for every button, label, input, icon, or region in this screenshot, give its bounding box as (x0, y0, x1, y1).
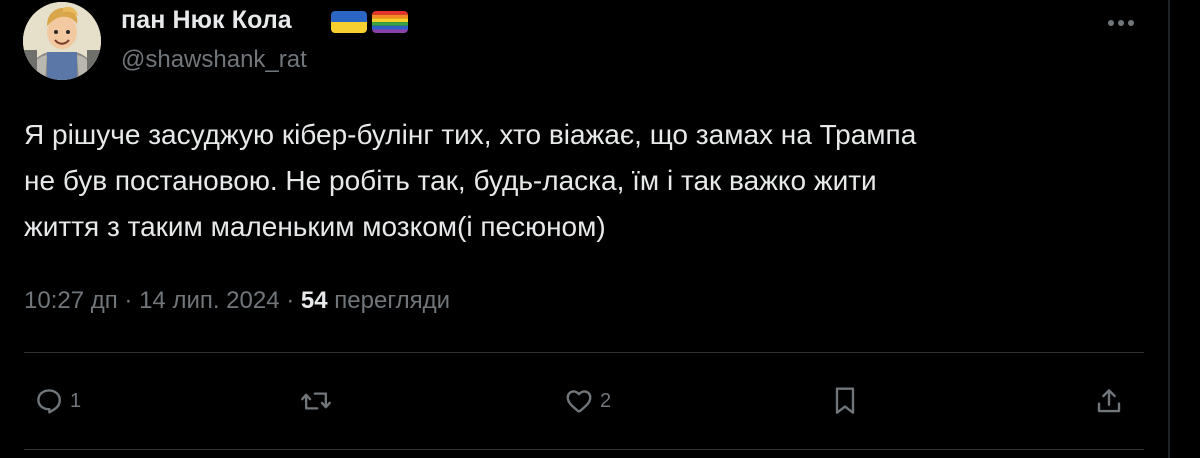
reply-button[interactable]: 1 (34, 383, 81, 419)
user-handle[interactable]: @shawshank_rat (121, 46, 307, 74)
meta-separator: · (124, 287, 133, 314)
avatar[interactable] (23, 2, 101, 80)
ukraine-flag-icon (331, 11, 367, 33)
divider (24, 352, 1144, 353)
views-label: перегляди (334, 287, 450, 314)
like-count: 2 (600, 389, 612, 412)
divider (24, 449, 1144, 450)
right-column-edge (1170, 0, 1200, 458)
meta-separator: · (286, 287, 295, 314)
reply-count: 1 (70, 389, 82, 412)
display-name[interactable]: пан Нюк Кола (121, 6, 292, 35)
tweet-time[interactable]: 10:27 дп (24, 287, 118, 314)
tweet-date[interactable]: 14 лип. 2024 (139, 287, 280, 314)
share-icon (1097, 389, 1121, 413)
retweet-icon (301, 392, 331, 410)
rainbow-flag-icon (372, 11, 408, 33)
retweet-button[interactable] (300, 383, 338, 419)
tweet-card: пан Нюк Кола @shawshank_rat Я рішуче зас… (0, 0, 1168, 458)
like-button[interactable]: 2 (564, 383, 611, 419)
share-button[interactable] (1094, 383, 1124, 419)
reply-icon (37, 389, 61, 414)
tweet-text: Я рішуче засуджую кібер-булінг тих, хто … (24, 119, 917, 242)
like-icon (566, 390, 592, 413)
bookmark-button[interactable] (830, 383, 860, 419)
more-options-button[interactable] (1100, 8, 1142, 38)
bookmark-icon (835, 387, 855, 414)
more-icon (1108, 20, 1134, 26)
views-count: 54 (300, 287, 328, 314)
avatar-image (23, 2, 101, 80)
tweet-meta: 10:27 дп · 14 лип. 2024 · 54 перегляди (24, 287, 450, 315)
